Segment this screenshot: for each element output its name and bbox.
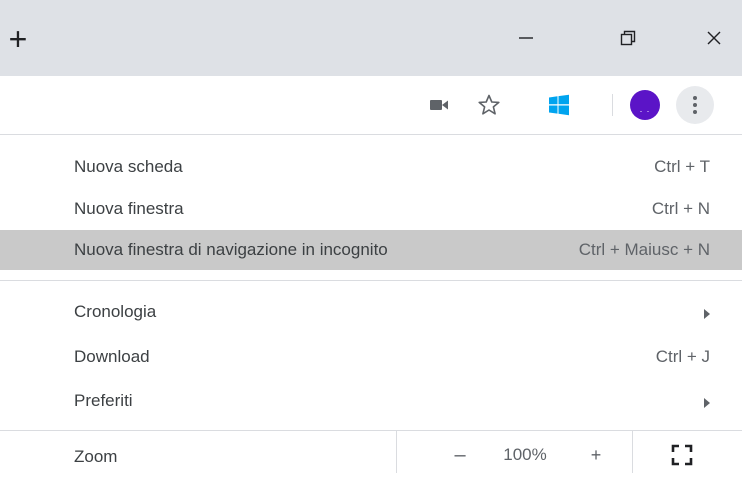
menu-item-label: Nuova finestra di navigazione in incogni… bbox=[74, 240, 388, 259]
windows-extension-button[interactable] bbox=[538, 84, 580, 126]
menu-item-history[interactable]: Cronologia bbox=[0, 295, 742, 329]
browser-toolbar: . . bbox=[0, 76, 742, 135]
camera-icon bbox=[430, 100, 448, 110]
menu-item-new-window[interactable]: Nuova finestra Ctrl + N bbox=[0, 192, 742, 226]
menu-item-label: Cronologia bbox=[74, 302, 157, 321]
zoom-plus-label: + bbox=[590, 445, 602, 465]
camera-button[interactable] bbox=[418, 84, 460, 126]
menu-item-label: Preferiti bbox=[74, 391, 133, 410]
avatar: . . bbox=[630, 90, 660, 120]
menu-item-shortcut: Ctrl + N bbox=[651, 199, 710, 218]
menu-item-label: Download bbox=[74, 347, 150, 366]
avatar-text: . . bbox=[639, 103, 651, 114]
close-icon bbox=[707, 31, 721, 45]
menu-item-shortcut: Ctrl + Maiusc + N bbox=[578, 240, 710, 259]
zoom-minus-label: – bbox=[454, 444, 466, 466]
submenu-arrow-icon bbox=[704, 309, 710, 319]
fullscreen-button[interactable] bbox=[662, 437, 702, 473]
bookmark-star-button[interactable] bbox=[468, 84, 510, 126]
chrome-main-menu: Nuova scheda Ctrl + T Nuova finestra Ctr… bbox=[0, 135, 742, 478]
new-tab-button[interactable]: + bbox=[2, 23, 34, 56]
menu-item-shortcut: Ctrl + T bbox=[654, 157, 710, 176]
menu-item-shortcut: Ctrl + J bbox=[655, 347, 710, 366]
menu-item-zoom: Zoom bbox=[0, 435, 742, 479]
zoom-separator bbox=[396, 431, 397, 473]
zoom-label: Zoom bbox=[74, 447, 118, 466]
menu-item-new-incognito-window[interactable]: Nuova finestra di navigazione in incogni… bbox=[0, 230, 742, 270]
more-menu-background bbox=[676, 86, 714, 124]
star-icon bbox=[478, 94, 500, 115]
submenu-arrow-icon bbox=[704, 398, 710, 408]
restore-icon bbox=[620, 30, 636, 46]
fullscreen-icon bbox=[671, 444, 693, 466]
menu-separator bbox=[0, 280, 742, 281]
profile-button[interactable]: . . bbox=[624, 84, 666, 126]
close-button[interactable] bbox=[690, 18, 738, 58]
title-bar: + bbox=[0, 0, 742, 76]
restore-button[interactable] bbox=[604, 18, 652, 58]
menu-item-bookmarks[interactable]: Preferiti bbox=[0, 384, 742, 418]
more-menu-icon bbox=[693, 96, 697, 114]
minimize-icon bbox=[519, 37, 533, 39]
more-menu-button[interactable] bbox=[674, 84, 716, 126]
windows-icon bbox=[549, 94, 569, 116]
zoom-out-button[interactable]: – bbox=[440, 435, 480, 475]
zoom-separator bbox=[632, 431, 633, 473]
zoom-in-button[interactable]: + bbox=[576, 435, 616, 475]
toolbar-divider bbox=[612, 94, 613, 116]
minimize-button[interactable] bbox=[502, 18, 550, 58]
menu-item-downloads[interactable]: Download Ctrl + J bbox=[0, 340, 742, 374]
menu-item-label: Nuova scheda bbox=[74, 157, 183, 176]
zoom-level: 100% bbox=[503, 445, 547, 464]
menu-item-new-tab[interactable]: Nuova scheda Ctrl + T bbox=[0, 150, 742, 184]
menu-separator bbox=[0, 430, 742, 431]
menu-item-label: Nuova finestra bbox=[74, 199, 184, 218]
